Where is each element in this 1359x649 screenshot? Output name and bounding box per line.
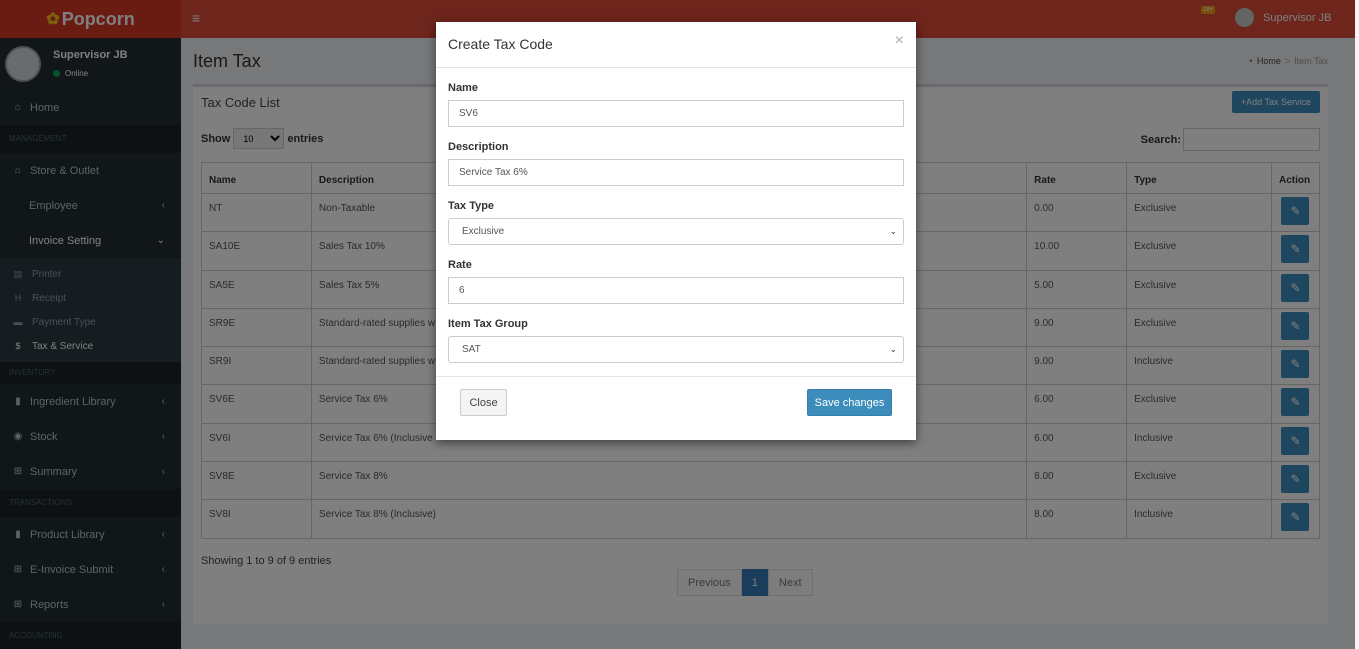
item-tax-group-label: Item Tax Group xyxy=(448,318,528,330)
rate-value: 6 xyxy=(459,285,465,296)
description-value: Service Tax 6% xyxy=(459,167,528,178)
rate-field[interactable]: 6 xyxy=(448,277,904,304)
tax-type-value: Exclusive xyxy=(462,226,505,237)
close-icon[interactable]: × xyxy=(895,32,904,50)
name-value: SV6 xyxy=(459,108,478,119)
tax-type-select[interactable]: Exclusive ⌄ xyxy=(448,218,904,245)
close-button[interactable]: Close xyxy=(460,389,507,416)
tax-type-label: Tax Type xyxy=(448,200,495,212)
name-label: Name xyxy=(448,82,478,94)
chevron-down-icon: ⌄ xyxy=(889,344,897,354)
description-label: Description xyxy=(448,141,509,153)
create-tax-code-modal: Create Tax Code × Name SV6 Description S… xyxy=(436,22,916,440)
item-tax-group-value: SAT xyxy=(462,344,481,355)
modal-footer-divider xyxy=(436,376,916,377)
item-tax-group-select[interactable]: SAT ⌄ xyxy=(448,336,904,363)
modal-title: Create Tax Code xyxy=(448,36,553,52)
modal-header-divider xyxy=(436,67,916,68)
save-changes-button[interactable]: Save changes xyxy=(807,389,892,416)
chevron-down-icon: ⌄ xyxy=(889,226,897,236)
page-edge xyxy=(1355,0,1359,649)
name-field[interactable]: SV6 xyxy=(448,100,904,127)
rate-label: Rate xyxy=(448,259,472,271)
description-field[interactable]: Service Tax 6% xyxy=(448,159,904,186)
